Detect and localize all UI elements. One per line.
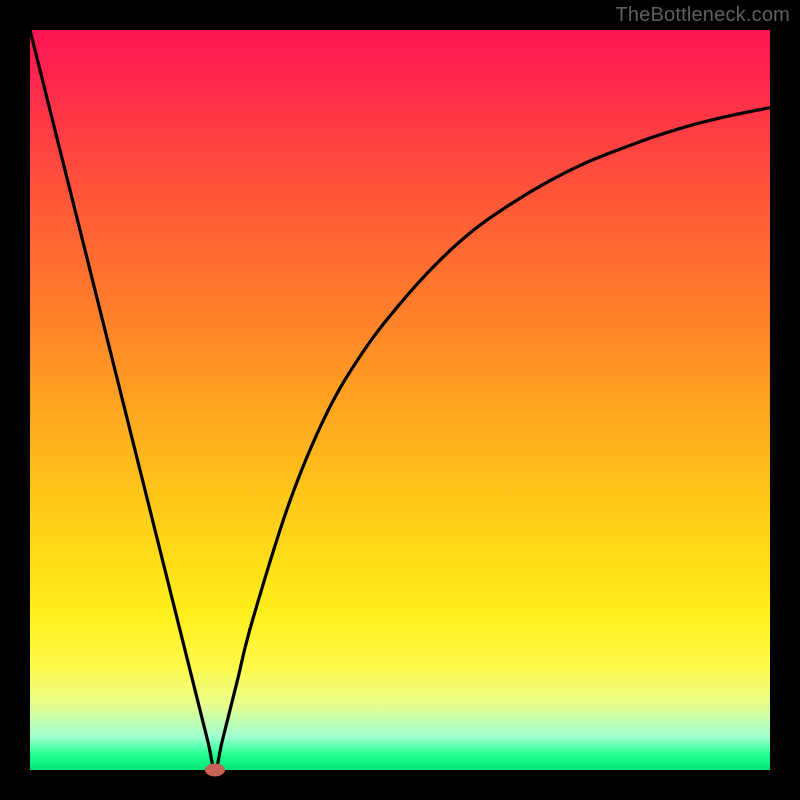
chart-frame: TheBottleneck.com: [0, 0, 800, 800]
watermark-text: TheBottleneck.com: [615, 4, 790, 27]
curve-path: [30, 30, 770, 770]
minimum-marker: [205, 764, 225, 777]
plot-area: [30, 30, 770, 770]
curve-svg: [30, 30, 770, 770]
